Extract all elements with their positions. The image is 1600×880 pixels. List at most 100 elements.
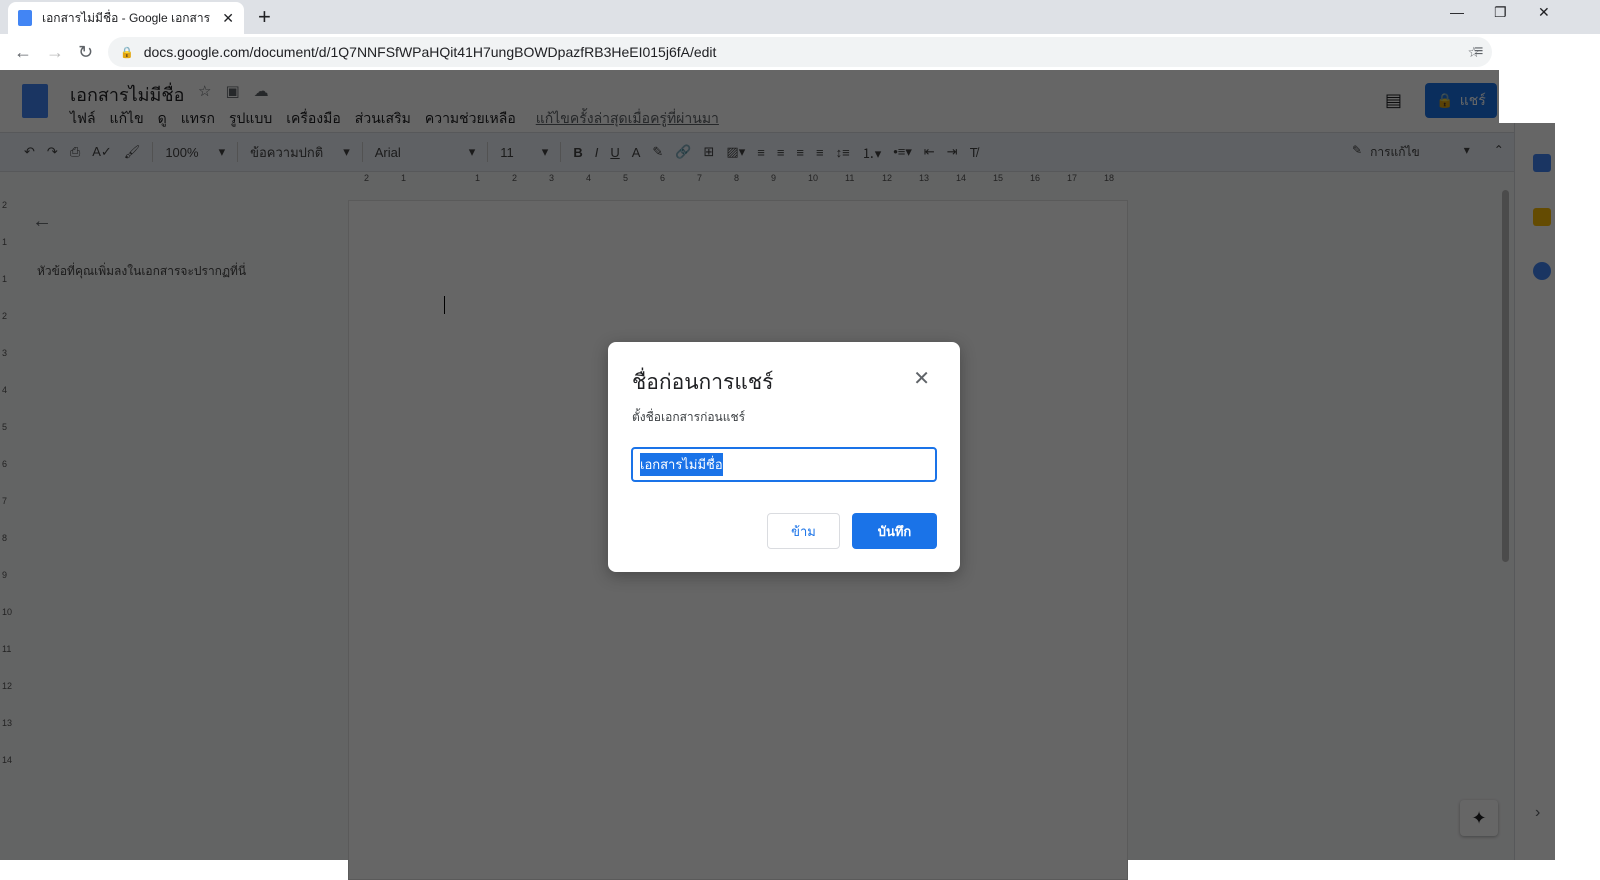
browser-tab-bar: เอกสารไม่มีชื่อ - Google เอกสาร ✕ + — ❐ … [0,0,1600,34]
ruler-tick-label: 13 [2,718,13,728]
comment-history-icon[interactable]: ▤ [1385,90,1402,111]
text-color-icon[interactable]: A [632,145,641,160]
align-center-icon[interactable]: ≡ [777,145,785,160]
docs-logo-icon[interactable] [22,84,48,118]
tasks-icon[interactable] [1533,262,1551,280]
print-icon[interactable]: ⎙ [70,144,80,160]
formatting-toolbar: ↶ ↷ ⎙ A✓ 🖌 100% ▾ ข้อความปกติ ▾ Arial ▾ 11 ▾… [0,132,1555,172]
horizontal-ruler[interactable]: 2 1 1 2 3 4 5 6 7 8 9 10 11 12 13 14 15 16 17 18 [348,173,1128,185]
skip-button[interactable]: ข้าม [767,513,840,549]
side-panel: › [1514,70,1555,860]
expand-panel-icon[interactable]: › [1535,804,1540,822]
undo-icon[interactable]: ↶ [24,144,35,160]
save-button[interactable]: บันทึก [852,513,937,549]
collapse-toolbar-icon[interactable]: ⌃ [1494,143,1504,162]
ruler-tick-label: 5 [623,173,629,183]
ruler-tick-label: 1 [2,274,8,284]
ruler-tick-label: 1 [475,173,481,183]
bulleted-list-icon[interactable]: •≡▾ [893,144,912,160]
ruler-tick-label: 8 [734,173,740,183]
paint-format-icon[interactable]: 🖌 [124,144,141,160]
lock-icon: 🔒 [1436,92,1454,108]
menu-file[interactable]: ไฟล์ [70,108,96,130]
highlight-icon[interactable]: ✎ [652,144,663,160]
align-right-icon[interactable]: ≡ [796,145,804,160]
close-icon[interactable]: ✕ [913,366,930,391]
ruler-tick-label: 2 [2,311,8,321]
share-button[interactable]: 🔒 แชร์ [1425,83,1497,118]
new-tab-icon[interactable]: + [258,4,271,30]
menu-help[interactable]: ความช่วยเหลือ [425,108,516,130]
move-folder-icon[interactable]: ▣ [225,82,239,100]
reload-icon[interactable]: ↻ [78,42,96,63]
ruler-tick-label: 17 [1067,173,1078,183]
underline-icon[interactable]: U [610,145,619,160]
justify-icon[interactable]: ≡ [816,145,824,160]
zoom-select[interactable]: 100% ▾ [165,144,225,160]
forward-icon[interactable]: → [46,42,64,63]
back-icon[interactable]: ← [14,42,32,63]
close-tab-icon[interactable]: ✕ [222,10,234,27]
menu-tools[interactable]: เครื่องมือ [286,108,341,130]
restore-icon[interactable]: ❐ [1494,4,1507,21]
browser-tab[interactable]: เอกสารไม่มีชื่อ - Google เอกสาร ✕ [8,2,244,34]
menu-edit[interactable]: แก้ไข [110,108,144,130]
media-queue-icon[interactable]: ≡ [1474,43,1483,61]
style-select[interactable]: ข้อความปกติ ▾ [250,142,350,163]
italic-icon[interactable]: I [595,145,599,160]
vertical-ruler[interactable]: 2 1 1 2 3 4 5 6 7 8 9 10 11 12 13 14 [2,200,14,792]
font-select[interactable]: Arial ▾ [375,144,476,160]
dialog-title: ชื่อก่อนการแชร์ [632,371,774,394]
document-name-input[interactable]: เอกสารไม่มีชื่อ [631,447,937,482]
scrollbar[interactable] [1502,190,1509,562]
last-edit-link[interactable]: แก้ไขครั้งล่าสุดเมื่อครู่ที่ผ่านมา [536,108,719,130]
calendar-icon[interactable] [1533,154,1551,172]
ruler-tick-label: 7 [2,496,8,506]
minimize-icon[interactable]: — [1450,4,1464,20]
divider [487,142,489,162]
ruler-tick-label: 11 [845,173,855,183]
text-cursor [444,296,445,314]
menu-format[interactable]: รูปแบบ [229,108,272,130]
ruler-tick-label: 6 [660,173,666,183]
explore-button[interactable]: ✦ [1460,800,1498,836]
clear-formatting-icon[interactable]: T̸ [970,145,978,160]
back-arrow-icon[interactable]: ← [32,210,52,233]
menu-addons[interactable]: ส่วนเสริม [355,108,411,130]
menu-bar: ไฟล์ แก้ไข ดู แทรก รูปแบบ เครื่องมือ ส่ว… [70,108,719,130]
bold-icon[interactable]: B [573,145,582,160]
link-icon[interactable]: 🔗 [675,144,691,160]
editing-mode-select[interactable]: ✎ การแก้ไข ▾ ⌃ [1352,143,1504,162]
redo-icon[interactable]: ↷ [47,144,58,160]
ruler-tick-label: 14 [2,755,13,765]
ruler-tick-label: 6 [2,459,8,469]
ruler-tick-label [438,173,452,185]
editing-mode-value: การแก้ไข [1370,145,1420,159]
increase-indent-icon[interactable]: ⇥ [947,144,958,160]
cloud-saved-icon[interactable]: ☁ [254,82,269,100]
font-size-select[interactable]: 11 ▾ [500,144,548,160]
spellcheck-icon[interactable]: A✓ [92,144,112,160]
ruler-tick-label: 8 [2,533,8,543]
address-bar-row: ← → ↻ 🔒 docs.google.com/document/d/1Q7NN… [0,34,1600,70]
menu-view[interactable]: ดู [158,108,167,130]
line-spacing-icon[interactable]: ↕≡ [836,145,850,160]
window-edge [1555,70,1600,860]
chevron-down-icon: ▾ [468,144,476,159]
document-title[interactable]: เอกสารไม่มีชื่อ [70,80,184,109]
decrease-indent-icon[interactable]: ⇤ [924,144,935,160]
insert-image-icon[interactable]: ▨▾ [726,144,745,160]
keep-icon[interactable] [1533,208,1551,226]
align-left-icon[interactable]: ≡ [757,145,765,160]
add-comment-icon[interactable]: ⊞ [704,144,715,160]
star-icon[interactable]: ☆ [198,82,211,100]
docs-favicon-icon [18,10,32,26]
close-window-icon[interactable]: ✕ [1538,4,1550,21]
pencil-icon: ✎ [1352,143,1363,157]
url-bar[interactable]: 🔒 docs.google.com/document/d/1Q7NNFSfWPa… [108,37,1492,67]
menu-insert[interactable]: แทรก [181,108,215,130]
ruler-tick-label: 15 [993,173,1004,183]
font-size-value: 11 [500,144,514,160]
account-area[interactable] [1499,70,1555,123]
numbered-list-icon[interactable]: ⒈▾ [862,143,882,162]
